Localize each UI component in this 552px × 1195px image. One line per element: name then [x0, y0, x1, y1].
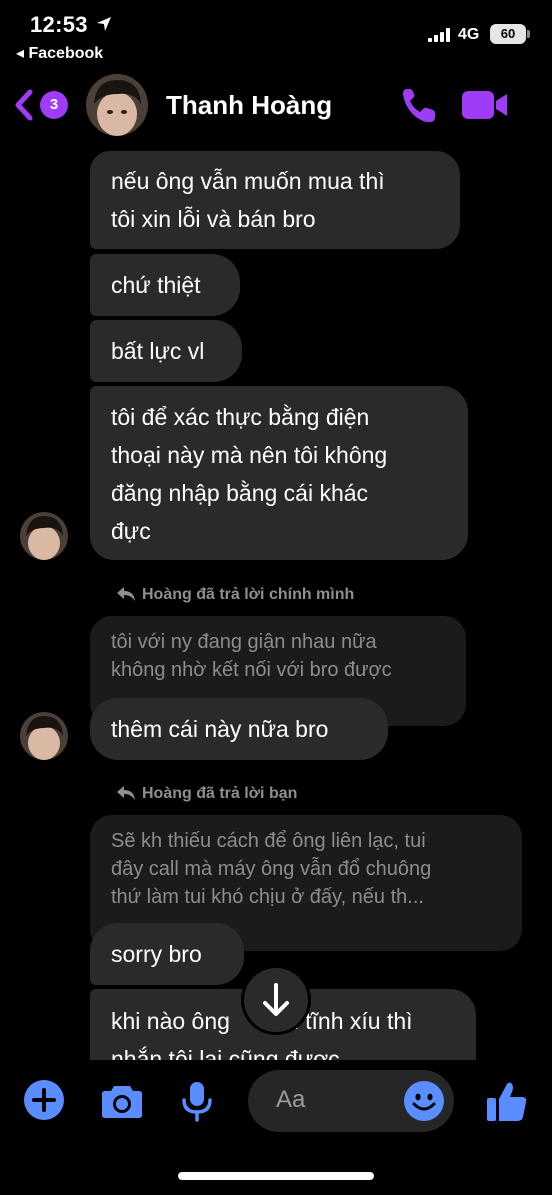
message-line: đăng nhập bằng cái khác [111, 480, 369, 506]
location-arrow-icon [97, 17, 112, 31]
more-actions-button[interactable] [24, 1080, 64, 1120]
sender-avatar[interactable] [20, 512, 68, 560]
plus-icon [32, 1088, 56, 1112]
quote-line: đây call mà máy ông vẫn đổ chuông [111, 858, 432, 880]
network-type: 4G [458, 26, 480, 43]
message-line: nếu ông vẫn muốn mua thì [111, 168, 385, 194]
message-bubble[interactable]: chứ thiệt [90, 254, 240, 316]
thumbs-up-icon [487, 1082, 527, 1121]
message-input-placeholder[interactable]: Aa [276, 1086, 305, 1114]
reply-label: Hoàng đã trả lời bạn [116, 785, 297, 803]
reply-arrow-icon [117, 587, 135, 601]
emoji-icon [412, 1093, 436, 1111]
sender-avatar[interactable] [20, 712, 68, 760]
message-line: thoại này mà nên tôi không [111, 442, 388, 468]
audio-call-button[interactable] [398, 84, 440, 126]
reply-label-text: Hoàng đã trả lời bạn [142, 785, 298, 802]
quote-line: không nhờ kết nối với bro được [111, 659, 392, 681]
message-line: tôi xin lỗi và bán bro [111, 206, 316, 232]
camera-button[interactable] [100, 1082, 144, 1120]
message-line: đực [111, 518, 151, 544]
microphone-icon [182, 1082, 212, 1122]
video-call-button[interactable] [460, 88, 510, 122]
reply-label-text: Hoàng đã trả lời chính mình [142, 586, 355, 603]
message-line: sorry bro [111, 941, 202, 967]
message-line: tôi để xác thực bằng điện [111, 404, 370, 430]
quote-line: Sẽ kh thiếu cách để ông liên lạc, tui [111, 830, 426, 852]
quote-line: tôi với ny đang giận nhau nữa [111, 631, 377, 653]
home-indicator[interactable] [178, 1172, 374, 1180]
camera-icon [102, 1086, 142, 1118]
quote-line: thứ làm tui khó chịu ở đấy, nếu th... [111, 886, 424, 908]
contact-name[interactable]: Thanh Hoàng [166, 90, 332, 121]
arrow-down-icon [263, 983, 289, 1016]
battery-icon: 60 [490, 24, 526, 44]
battery-level: 60 [500, 26, 516, 41]
back-chevron-icon [15, 89, 33, 121]
message-bubble[interactable]: nếu ông vẫn muốn mua thì tôi xin lỗi và … [90, 151, 460, 249]
video-camera-icon [462, 91, 507, 119]
cellular-signal-icon [428, 28, 450, 42]
message-line: bất lực vl [111, 338, 205, 364]
message-bubble[interactable]: bất lực vl [90, 320, 242, 382]
message-bubble[interactable]: tôi để xác thực bằng điện thoại này mà n… [90, 386, 468, 560]
message-line: thêm cái này nữa bro [111, 716, 329, 742]
back-to-app-link[interactable]: ◂ Facebook [16, 43, 103, 63]
status-time: 12:53 [30, 12, 112, 38]
reply-label: Hoàng đã trả lời chính mình [116, 586, 354, 604]
emoji-button[interactable] [404, 1081, 444, 1121]
contact-avatar[interactable] [86, 74, 148, 136]
scroll-to-bottom-button[interactable] [244, 968, 308, 1032]
message-bubble[interactable]: thêm cái này nữa bro [90, 698, 388, 760]
phone-icon [403, 89, 435, 123]
message-line: chứ thiệt [111, 272, 201, 298]
battery-tip [527, 30, 530, 38]
unread-count-badge: 3 [40, 91, 68, 119]
voice-message-button[interactable] [180, 1080, 214, 1122]
like-button[interactable] [484, 1078, 530, 1124]
message-bubble[interactable]: sorry bro [90, 923, 244, 985]
reply-arrow-icon [117, 786, 135, 800]
